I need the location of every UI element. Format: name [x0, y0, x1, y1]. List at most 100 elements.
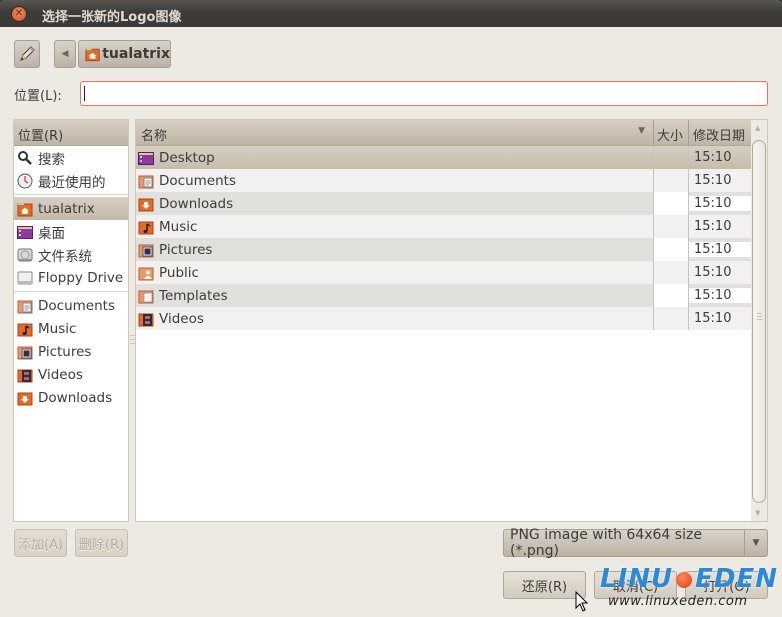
file-size — [654, 284, 689, 307]
sidebar-item-label: tualatrix — [38, 200, 95, 217]
file-name: Pictures — [159, 241, 213, 258]
desktop-icon — [138, 151, 154, 165]
mouse-pointer-icon — [575, 591, 589, 612]
file-modified: 15:10 — [694, 219, 732, 234]
table-row[interactable]: Documents 15:10 — [136, 169, 753, 192]
left-arrow-icon: ◀ — [61, 49, 69, 59]
places-header[interactable]: 位置(R) — [14, 120, 128, 146]
file-size — [654, 215, 689, 238]
table-row[interactable]: Public 15:10 — [136, 261, 753, 284]
templates-folder-icon — [138, 290, 154, 303]
revert-button[interactable]: 还原(R) — [503, 571, 586, 599]
file-type-filter-select[interactable]: PNG image with 64x64 size (*.png) ▼ — [503, 527, 768, 559]
recent-icon — [17, 173, 33, 188]
table-row[interactable]: Templates 15:10 — [136, 284, 753, 307]
sidebar-item-recent[interactable]: 最近使用的 — [14, 169, 128, 192]
desktop-icon — [17, 225, 33, 239]
open-button[interactable]: 打开(O) — [685, 571, 768, 599]
file-name: Videos — [159, 310, 204, 327]
column-name-label: 名称 — [141, 129, 168, 144]
file-name: Documents — [159, 172, 236, 189]
pictures-folder-icon — [17, 346, 33, 359]
sidebar-item-label: 桌面 — [38, 225, 65, 242]
scroll-up-icon[interactable]: ▲ — [755, 124, 760, 132]
close-icon: ✕ — [14, 8, 24, 19]
file-list-header: 名称 ▼ 大小 修改日期 — [136, 120, 753, 146]
table-row[interactable]: Music 15:10 — [136, 215, 753, 238]
file-modified: 15:10 — [689, 242, 753, 257]
public-folder-icon — [138, 267, 154, 280]
file-size — [654, 192, 689, 215]
file-modified: 15:10 — [694, 311, 732, 326]
sort-down-icon: ▼ — [638, 126, 645, 136]
location-input[interactable] — [80, 81, 768, 106]
file-name: Downloads — [159, 195, 234, 212]
file-name: Music — [159, 218, 198, 235]
file-modified: 15:10 — [689, 288, 753, 303]
home-folder-icon — [85, 48, 100, 62]
type-location-button[interactable] — [14, 40, 40, 68]
separator — [14, 291, 128, 292]
music-folder-icon — [17, 323, 33, 336]
sidebar-item-videos[interactable]: Videos — [14, 363, 128, 386]
file-size — [654, 261, 689, 284]
file-size — [654, 146, 689, 169]
column-header-name[interactable]: 名称 ▼ — [136, 120, 654, 145]
column-header-modified[interactable]: 修改日期 — [689, 120, 753, 145]
sidebar-item-label: 搜索 — [38, 151, 65, 168]
dropdown-arrow-icon: ▼ — [752, 538, 760, 548]
sidebar-item-home[interactable]: tualatrix — [14, 197, 128, 220]
filter-selected-value: PNG image with 64x64 size (*.png) — [504, 527, 745, 559]
path-back-button[interactable]: ◀ — [54, 40, 76, 68]
table-row[interactable]: Downloads 15:10 — [136, 192, 753, 215]
sidebar-item-label: 最近使用的 — [38, 174, 106, 191]
file-name: Public — [159, 264, 199, 281]
sidebar-item-music[interactable]: Music — [14, 317, 128, 340]
table-row[interactable]: Desktop 15:10 — [136, 146, 753, 169]
scroll-down-icon[interactable]: ▼ — [755, 509, 760, 517]
music-folder-icon — [138, 221, 154, 234]
table-row[interactable]: Videos 15:10 — [136, 307, 753, 330]
column-header-size[interactable]: 大小 — [654, 120, 689, 145]
videos-folder-icon — [138, 313, 154, 326]
add-bookmark-button[interactable]: 添加(A) — [14, 529, 67, 557]
sidebar-item-search[interactable]: 搜索 — [14, 146, 128, 169]
sidebar-item-label: Videos — [38, 366, 83, 383]
documents-folder-icon — [17, 300, 33, 313]
remove-bookmark-button[interactable]: 删除(R) — [75, 529, 128, 557]
separator — [14, 194, 128, 195]
scrollbar-thumb[interactable] — [752, 140, 766, 503]
path-button-home[interactable]: tualatrix — [78, 40, 171, 68]
file-modified: 15:10 — [689, 196, 753, 211]
close-button[interactable]: ✕ — [11, 6, 27, 22]
cancel-button[interactable]: 取消(C) — [594, 571, 677, 599]
vertical-scrollbar[interactable]: ▲ ▼ — [751, 120, 767, 521]
floppy-icon — [17, 271, 33, 284]
sidebar-item-filesystem[interactable]: 文件系统 — [14, 243, 128, 266]
file-size — [654, 169, 689, 192]
sidebar-item-label: Music — [38, 320, 77, 337]
search-icon — [18, 150, 32, 165]
file-size — [654, 307, 689, 330]
sidebar-item-pictures[interactable]: Pictures — [14, 340, 128, 363]
sidebar-item-label: Pictures — [38, 343, 92, 360]
sidebar-item-downloads[interactable]: Downloads — [14, 386, 128, 409]
file-name: Desktop — [159, 149, 215, 166]
places-sidebar: 位置(R) 搜索 最近使用的 tualatrix 桌面 文件系统 Floppy … — [13, 119, 129, 522]
file-list: 名称 ▼ 大小 修改日期 Desktop 15:10 Documents 15:… — [135, 119, 768, 522]
pictures-folder-icon — [138, 244, 154, 257]
pencil-icon — [20, 46, 35, 61]
file-modified: 15:10 — [694, 265, 732, 280]
sidebar-item-floppy[interactable]: Floppy Drive — [14, 266, 128, 289]
location-label: 位置(L): — [14, 89, 62, 104]
path-button-label: tualatrix — [102, 46, 170, 62]
file-modified: 15:10 — [694, 150, 732, 165]
sidebar-item-desktop[interactable]: 桌面 — [14, 220, 128, 243]
downloads-folder-icon — [17, 392, 33, 405]
sidebar-item-label: 文件系统 — [38, 248, 92, 265]
documents-folder-icon — [138, 175, 154, 188]
sidebar-item-label: Floppy Drive — [38, 269, 124, 286]
table-row[interactable]: Pictures 15:10 — [136, 238, 753, 261]
sidebar-item-documents[interactable]: Documents — [14, 294, 128, 317]
window-title: 选择一张新的Logo图像 — [42, 10, 182, 25]
